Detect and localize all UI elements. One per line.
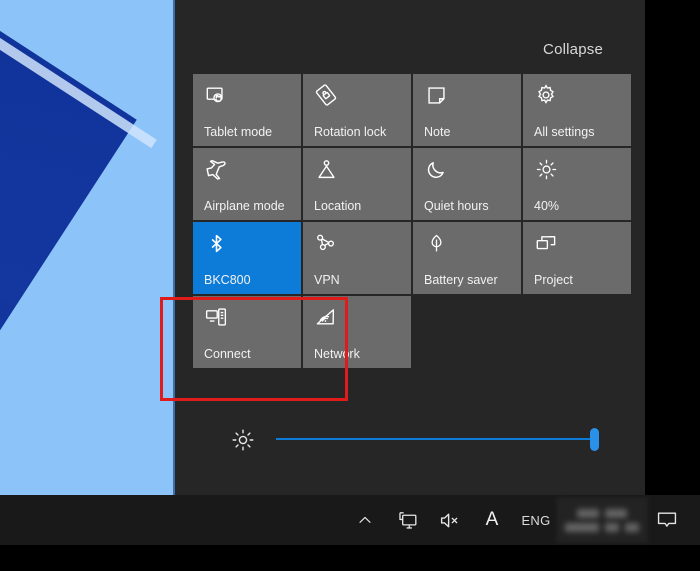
network-wifi-icon (314, 305, 338, 329)
clock[interactable] (556, 495, 648, 545)
clock-date-row (565, 522, 639, 532)
quick-action-tile-airplane-mode[interactable]: Airplane mode (193, 148, 301, 220)
volume-muted-icon[interactable] (428, 495, 470, 545)
gear-icon (534, 83, 558, 107)
desktop-wallpaper[interactable] (0, 0, 175, 495)
quick-action-tile-label: Network (314, 347, 360, 361)
quick-actions-grid: Tablet mode Rotation lock Note All setti… (193, 74, 632, 368)
quick-action-tile-location[interactable]: Location (303, 148, 411, 220)
quick-action-tile-network[interactable]: Network (303, 296, 411, 368)
quick-action-tile-label: All settings (534, 125, 595, 139)
brightness-icon (534, 157, 558, 181)
clock-date-blurred (605, 522, 619, 532)
action-center-icon[interactable] (646, 495, 688, 545)
quick-action-tile-label: Airplane mode (204, 199, 285, 213)
rotation-lock-icon (314, 83, 338, 107)
show-hidden-icons-chevron-icon[interactable] (344, 495, 386, 545)
collapse-link[interactable]: Collapse (543, 41, 603, 58)
airplane-icon (204, 157, 228, 181)
quick-action-tile-tablet-mode[interactable]: Tablet mode (193, 74, 301, 146)
quick-action-tile-brightness[interactable]: 40% (523, 148, 631, 220)
taskbar: A ENG (0, 495, 700, 545)
vpn-icon (314, 231, 338, 255)
quick-action-tile-connect[interactable]: Connect (193, 296, 301, 368)
quick-action-tile-rotation-lock[interactable]: Rotation lock (303, 74, 411, 146)
clock-time-row (577, 508, 627, 518)
quick-action-tile-bluetooth[interactable]: BKC800 (193, 222, 301, 294)
note-icon (424, 83, 448, 107)
brightness-icon (231, 428, 255, 452)
quick-action-tile-label: Battery saver (424, 273, 498, 287)
battery-saver-icon (424, 231, 448, 255)
clock-date-blurred (565, 522, 599, 532)
panel-right-filler (645, 0, 700, 495)
action-center-panel: Collapse Tablet mode Rotation lock Note … (175, 0, 645, 495)
quick-action-tile-label: BKC800 (204, 273, 251, 287)
moon-icon (424, 157, 448, 181)
network-monitor-icon[interactable] (386, 495, 428, 545)
brightness-slider-row[interactable] (223, 418, 623, 462)
quick-action-tile-label: Tablet mode (204, 125, 273, 139)
clock-blur-overlay (556, 497, 648, 543)
system-tray: A ENG (344, 495, 688, 545)
screen-bottom-bezel (0, 545, 700, 571)
quick-action-tile-quiet-hours[interactable]: Quiet hours (413, 148, 521, 220)
screen: Collapse Tablet mode Rotation lock Note … (0, 0, 700, 571)
quick-action-tile-label: Note (424, 125, 451, 139)
clock-time-blurred (577, 508, 599, 518)
quick-action-tile-all-settings[interactable]: All settings (523, 74, 631, 146)
quick-action-tile-label: Connect (204, 347, 251, 361)
quick-action-tile-label: Location (314, 199, 362, 213)
quick-action-tile-battery-saver[interactable]: Battery saver (413, 222, 521, 294)
brightness-slider-track[interactable] (276, 438, 598, 440)
quick-action-tile-label: Rotation lock (314, 125, 387, 139)
clock-time-blurred (605, 508, 627, 518)
location-icon (314, 157, 338, 181)
quick-action-tile-label: Project (534, 273, 573, 287)
quick-action-tile-label: 40% (534, 199, 560, 213)
quick-action-tile-label: VPN (314, 273, 340, 287)
brightness-slider-thumb[interactable] (590, 428, 599, 451)
quick-action-tile-project[interactable]: Project (523, 222, 631, 294)
wallpaper-navy-band (0, 0, 137, 481)
quick-action-tile-note[interactable]: Note (413, 74, 521, 146)
connect-icon (204, 305, 228, 329)
tablet-mode-icon (204, 83, 228, 107)
quick-action-tile-label: Quiet hours (424, 199, 489, 213)
quick-action-tile-vpn[interactable]: VPN (303, 222, 411, 294)
ime-mode-icon[interactable]: A (470, 495, 514, 545)
bluetooth-icon (204, 231, 228, 255)
clock-date-blurred (625, 522, 639, 532)
language-indicator[interactable]: ENG (514, 495, 558, 545)
project-icon (534, 231, 558, 255)
